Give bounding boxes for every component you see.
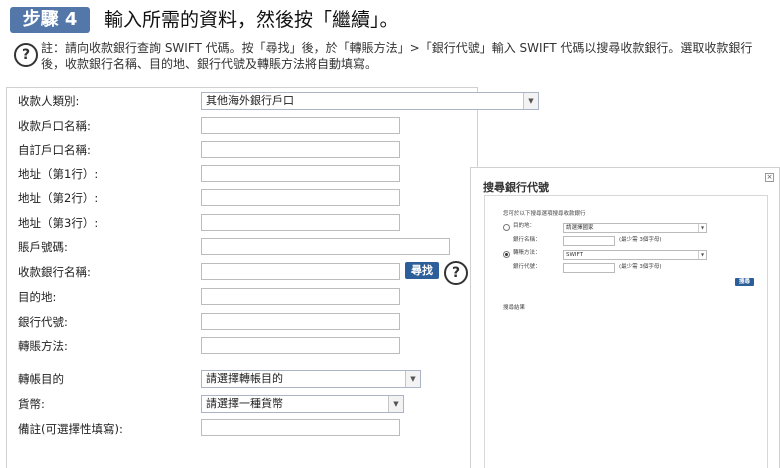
- currency-select[interactable]: 請選擇一種貨幣 ▼: [201, 395, 404, 413]
- chevron-down-icon: ▼: [698, 224, 706, 232]
- page-title: 輸入所需的資料，然後按「繼續」。: [104, 9, 399, 31]
- payee-type-select[interactable]: 其他海外銀行戶口 ▼: [201, 92, 539, 110]
- remarks-label: 備註(可選擇性填寫):: [18, 422, 123, 436]
- bank-name-field[interactable]: [201, 263, 400, 280]
- chevron-down-icon: ▼: [523, 93, 538, 109]
- destination-field[interactable]: [201, 288, 400, 305]
- dialog-bank-code-label: 銀行代號：: [513, 264, 541, 270]
- address-line1-label: 地址（第1行）:: [18, 167, 99, 181]
- close-icon[interactable]: ×: [765, 173, 774, 182]
- bank-name-label: 收款銀行名稱:: [18, 265, 91, 279]
- address-line3-label: 地址（第3行）:: [18, 216, 99, 230]
- dialog-transfer-method-label: 轉賬方法：: [513, 250, 541, 256]
- chevron-down-icon: ▼: [405, 371, 420, 387]
- address-line2-field[interactable]: [201, 189, 400, 206]
- currency-label: 貨幣:: [18, 397, 45, 411]
- dialog-bank-name-hint: (最少需 3個字母): [619, 237, 662, 243]
- account-number-field[interactable]: [201, 238, 450, 255]
- dialog-title: 搜尋銀行代號: [483, 181, 549, 194]
- destination-label: 目的地:: [18, 290, 57, 304]
- dialog-country-value: 請選擇國家: [566, 225, 594, 231]
- dialog-bank-name-label: 銀行名稱：: [513, 237, 541, 243]
- help-icon[interactable]: ?: [444, 261, 468, 285]
- bank-code-field[interactable]: [201, 313, 400, 330]
- search-bank-code-dialog: × 搜尋銀行代號 您可於以下搜尋選項搜尋收款銀行 目的地： 請選擇國家 ▼ 銀行…: [470, 167, 780, 468]
- account-name-field[interactable]: [201, 117, 400, 134]
- custom-name-label: 自訂戶口名稱:: [18, 143, 91, 157]
- transfer-method-radio[interactable]: [503, 251, 510, 258]
- dialog-bank-code-hint: (最少需 3個字母): [619, 264, 662, 270]
- dialog-country-select[interactable]: 請選擇國家 ▼: [563, 223, 707, 233]
- step-badge: 步驟 4: [10, 7, 90, 33]
- dialog-bank-code-field[interactable]: [563, 263, 615, 273]
- note-text: 註：請向收款銀行查詢 SWIFT 代碼。按「尋找」後，於「轉賬方法」>「銀行代號…: [41, 41, 753, 71]
- remarks-field[interactable]: [201, 419, 400, 436]
- chevron-down-icon: ▼: [698, 251, 706, 259]
- dialog-instruction: 您可於以下搜尋選項搜尋收款銀行: [503, 211, 586, 217]
- help-icon[interactable]: ?: [14, 43, 38, 67]
- dialog-search-button[interactable]: 搜尋: [735, 278, 754, 286]
- purpose-select[interactable]: 請選擇轉帳目的 ▼: [201, 370, 421, 388]
- purpose-value: 請選擇轉帳目的: [206, 372, 283, 385]
- destination-radio[interactable]: [503, 224, 510, 231]
- transfer-method-label: 轉賬方法:: [18, 339, 68, 353]
- search-results-label: 搜尋結果: [503, 305, 526, 311]
- address-line3-field[interactable]: [201, 214, 400, 231]
- bank-code-label: 銀行代號:: [18, 315, 68, 329]
- dialog-method-select[interactable]: SWIFT ▼: [563, 250, 707, 260]
- transfer-method-field[interactable]: [201, 337, 400, 354]
- dialog-method-value: SWIFT: [566, 252, 583, 258]
- currency-value: 請選擇一種貨幣: [206, 397, 283, 410]
- dialog-bank-name-field[interactable]: [563, 236, 615, 246]
- payee-type-label: 收款人類別:: [18, 94, 80, 108]
- chevron-down-icon: ▼: [388, 396, 403, 412]
- dialog-destination-label: 目的地：: [513, 223, 536, 229]
- account-number-label: 賬戶號碼:: [18, 240, 68, 254]
- payee-type-value: 其他海外銀行戶口: [206, 94, 294, 107]
- account-name-label: 收款戶口名稱:: [18, 119, 91, 133]
- address-line2-label: 地址（第2行）:: [18, 191, 99, 205]
- dialog-body: 您可於以下搜尋選項搜尋收款銀行 目的地： 請選擇國家 ▼ 銀行名稱： (最少需 …: [484, 195, 768, 468]
- purpose-label: 轉帳目的: [18, 372, 64, 386]
- custom-name-field[interactable]: [201, 141, 400, 158]
- address-line1-field[interactable]: [201, 165, 400, 182]
- search-bank-button[interactable]: 尋找: [405, 262, 439, 279]
